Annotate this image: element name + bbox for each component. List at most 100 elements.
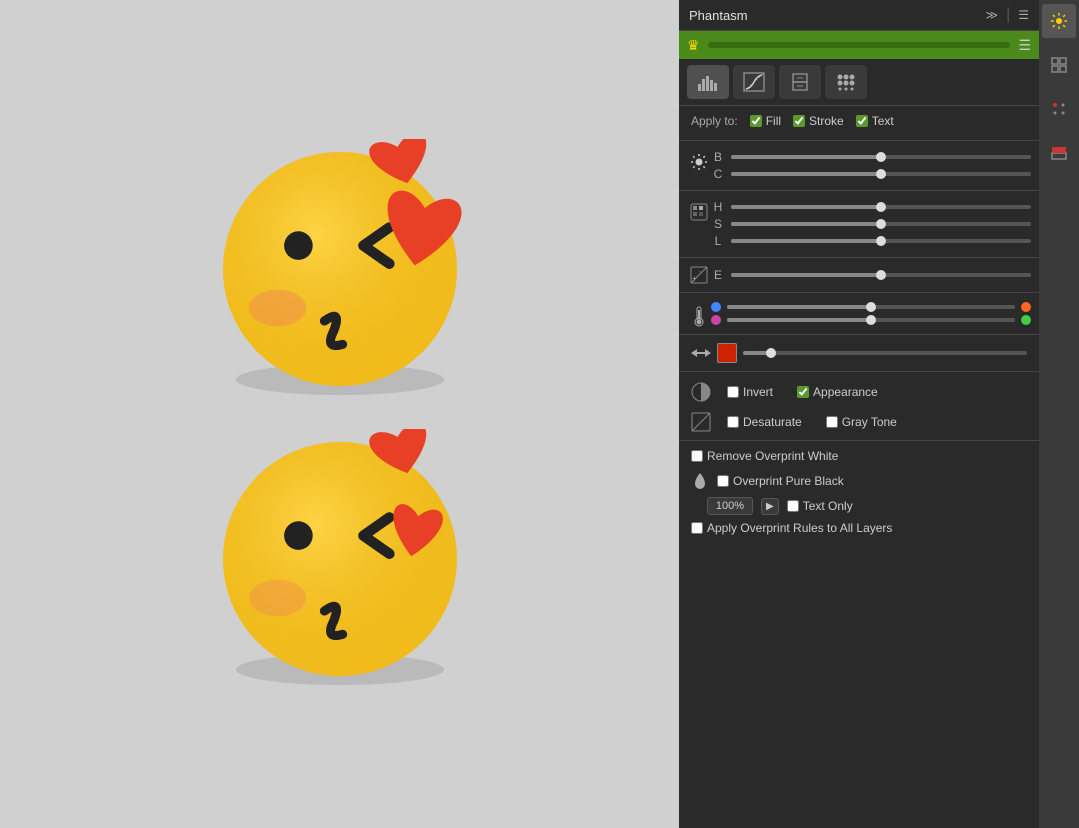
warm-slider-row <box>711 302 1031 312</box>
fill-checkbox[interactable] <box>750 115 762 127</box>
desaturate-label: Desaturate <box>743 415 802 429</box>
saturation-slider[interactable] <box>731 222 1031 226</box>
green-banner: ♛ ☰ <box>679 31 1039 59</box>
percent-arrow-btn[interactable]: ▶ <box>761 498 779 515</box>
desaturate-row: Desaturate Gray Tone <box>679 408 1039 436</box>
temperature-icon <box>692 305 706 327</box>
contrast-slider-row: C <box>711 167 1031 181</box>
overprint-pure-black-text: Overprint Pure Black <box>733 474 844 488</box>
all-layers-row: Apply Overprint Rules to All Layers <box>679 517 1039 539</box>
panel-header-icons: ≫ | ☰ <box>986 6 1029 24</box>
color-target-slider[interactable] <box>743 351 1027 355</box>
apply-to-label: Apply to: <box>691 114 738 128</box>
lightness-slider-row: L <box>711 234 1031 248</box>
overprint-pure-black-row: Overprint Pure Black <box>679 467 1039 495</box>
all-layers-checkbox[interactable] <box>691 522 703 534</box>
c-label: C <box>711 167 725 181</box>
gray-tone-label: Gray Tone <box>842 415 897 429</box>
tint-slider[interactable] <box>727 318 1015 322</box>
lightness-slider[interactable] <box>731 239 1031 243</box>
tab-layers[interactable] <box>779 65 821 99</box>
invert-checkbox[interactable] <box>727 386 739 398</box>
hue-slider-row: H <box>711 200 1031 214</box>
tab-row <box>679 59 1039 106</box>
invert-label: Invert <box>743 385 773 399</box>
emoji-top <box>210 139 470 399</box>
remove-overprint-checkbox[interactable] <box>691 450 703 462</box>
text-checkbox[interactable] <box>856 115 868 127</box>
brightness-slider-row: B <box>711 150 1031 164</box>
invert-row: Invert Appearance <box>679 376 1039 408</box>
apply-to-row: Apply to: Fill Stroke Text <box>679 106 1039 136</box>
e-label: E <box>711 268 725 282</box>
panel-header: Phantasm ≫ | ☰ <box>679 0 1039 31</box>
text-only-checkbox[interactable] <box>787 500 799 512</box>
desaturate-checkbox-label[interactable]: Desaturate <box>727 415 802 429</box>
toolbar-sun-icon[interactable] <box>1042 4 1076 38</box>
gray-tone-checkbox[interactable] <box>826 416 838 428</box>
all-layers-checkbox-label[interactable]: Apply Overprint Rules to All Layers <box>691 521 892 535</box>
green-dot <box>1021 315 1031 325</box>
percent-input[interactable]: 100% <box>707 497 753 515</box>
s-label: S <box>711 217 725 231</box>
tint-slider-row <box>711 315 1031 325</box>
appearance-checkbox-label[interactable]: Appearance <box>797 385 878 399</box>
menu-icon[interactable]: ☰ <box>1018 8 1029 22</box>
text-only-row: 100% ▶ Text Only <box>679 495 1039 517</box>
invert-checkbox-label[interactable]: Invert <box>727 385 773 399</box>
desaturate-icon <box>691 412 711 432</box>
target-icon <box>691 344 711 362</box>
expand-icon[interactable]: ≫ <box>986 8 999 22</box>
banner-progress <box>708 42 1011 48</box>
text-only-checkbox-label[interactable]: Text Only <box>787 499 853 513</box>
saturation-slider-row: S <box>711 217 1031 231</box>
overprint-pure-black-checkbox[interactable] <box>717 475 729 487</box>
exposure-icon: + - <box>690 266 708 284</box>
text-only-label: Text Only <box>803 499 853 513</box>
panel-title: Phantasm <box>689 8 978 23</box>
remove-overprint-label[interactable]: Remove Overprint White <box>691 449 838 463</box>
crown-icon: ♛ <box>687 37 700 54</box>
far-right-toolbar <box>1039 0 1079 828</box>
toolbar-dots-icon[interactable] <box>1042 92 1076 126</box>
text-checkbox-label[interactable]: Text <box>856 114 894 128</box>
right-panel: Phantasm ≫ | ☰ ♛ ☰ <box>679 0 1039 828</box>
remove-overprint-text: Remove Overprint White <box>707 449 838 463</box>
remove-overprint-row: Remove Overprint White <box>679 445 1039 467</box>
blue-dot <box>711 302 721 312</box>
tab-curves[interactable] <box>733 65 775 99</box>
overprint-pure-black-label[interactable]: Overprint Pure Black <box>717 474 844 488</box>
l-label: L <box>711 234 725 248</box>
orange-dot <box>1021 302 1031 312</box>
stroke-checkbox[interactable] <box>793 115 805 127</box>
purple-dot <box>711 315 721 325</box>
emoji-bottom <box>210 429 470 689</box>
contrast-slider[interactable] <box>731 172 1031 176</box>
stroke-checkbox-label[interactable]: Stroke <box>793 114 844 128</box>
desaturate-checkbox[interactable] <box>727 416 739 428</box>
hue-slider[interactable] <box>731 205 1031 209</box>
warm-slider[interactable] <box>727 305 1015 309</box>
stroke-label: Stroke <box>809 114 844 128</box>
toolbar-layer-icon[interactable] <box>1042 136 1076 170</box>
tab-halftone[interactable] <box>825 65 867 99</box>
fill-checkbox-label[interactable]: Fill <box>750 114 781 128</box>
color-swatch[interactable] <box>717 343 737 363</box>
fill-label: Fill <box>766 114 781 128</box>
brightness-slider[interactable] <box>731 155 1031 159</box>
text-label: Text <box>872 114 894 128</box>
invert-icon <box>691 382 711 402</box>
gray-tone-checkbox-label[interactable]: Gray Tone <box>826 415 897 429</box>
b-label: B <box>711 150 725 164</box>
banner-menu-icon[interactable]: ☰ <box>1018 37 1031 54</box>
appearance-label: Appearance <box>813 385 878 399</box>
h-label: H <box>711 200 725 214</box>
brightness-icon <box>690 153 708 171</box>
svg-text:+: + <box>692 274 697 283</box>
toolbar-grid-icon[interactable] <box>1042 48 1076 82</box>
all-layers-text: Apply Overprint Rules to All Layers <box>707 521 892 535</box>
tab-histogram[interactable] <box>687 65 729 99</box>
exposure-slider[interactable] <box>731 273 1031 277</box>
appearance-checkbox[interactable] <box>797 386 809 398</box>
ink-drop-icon <box>691 471 709 491</box>
